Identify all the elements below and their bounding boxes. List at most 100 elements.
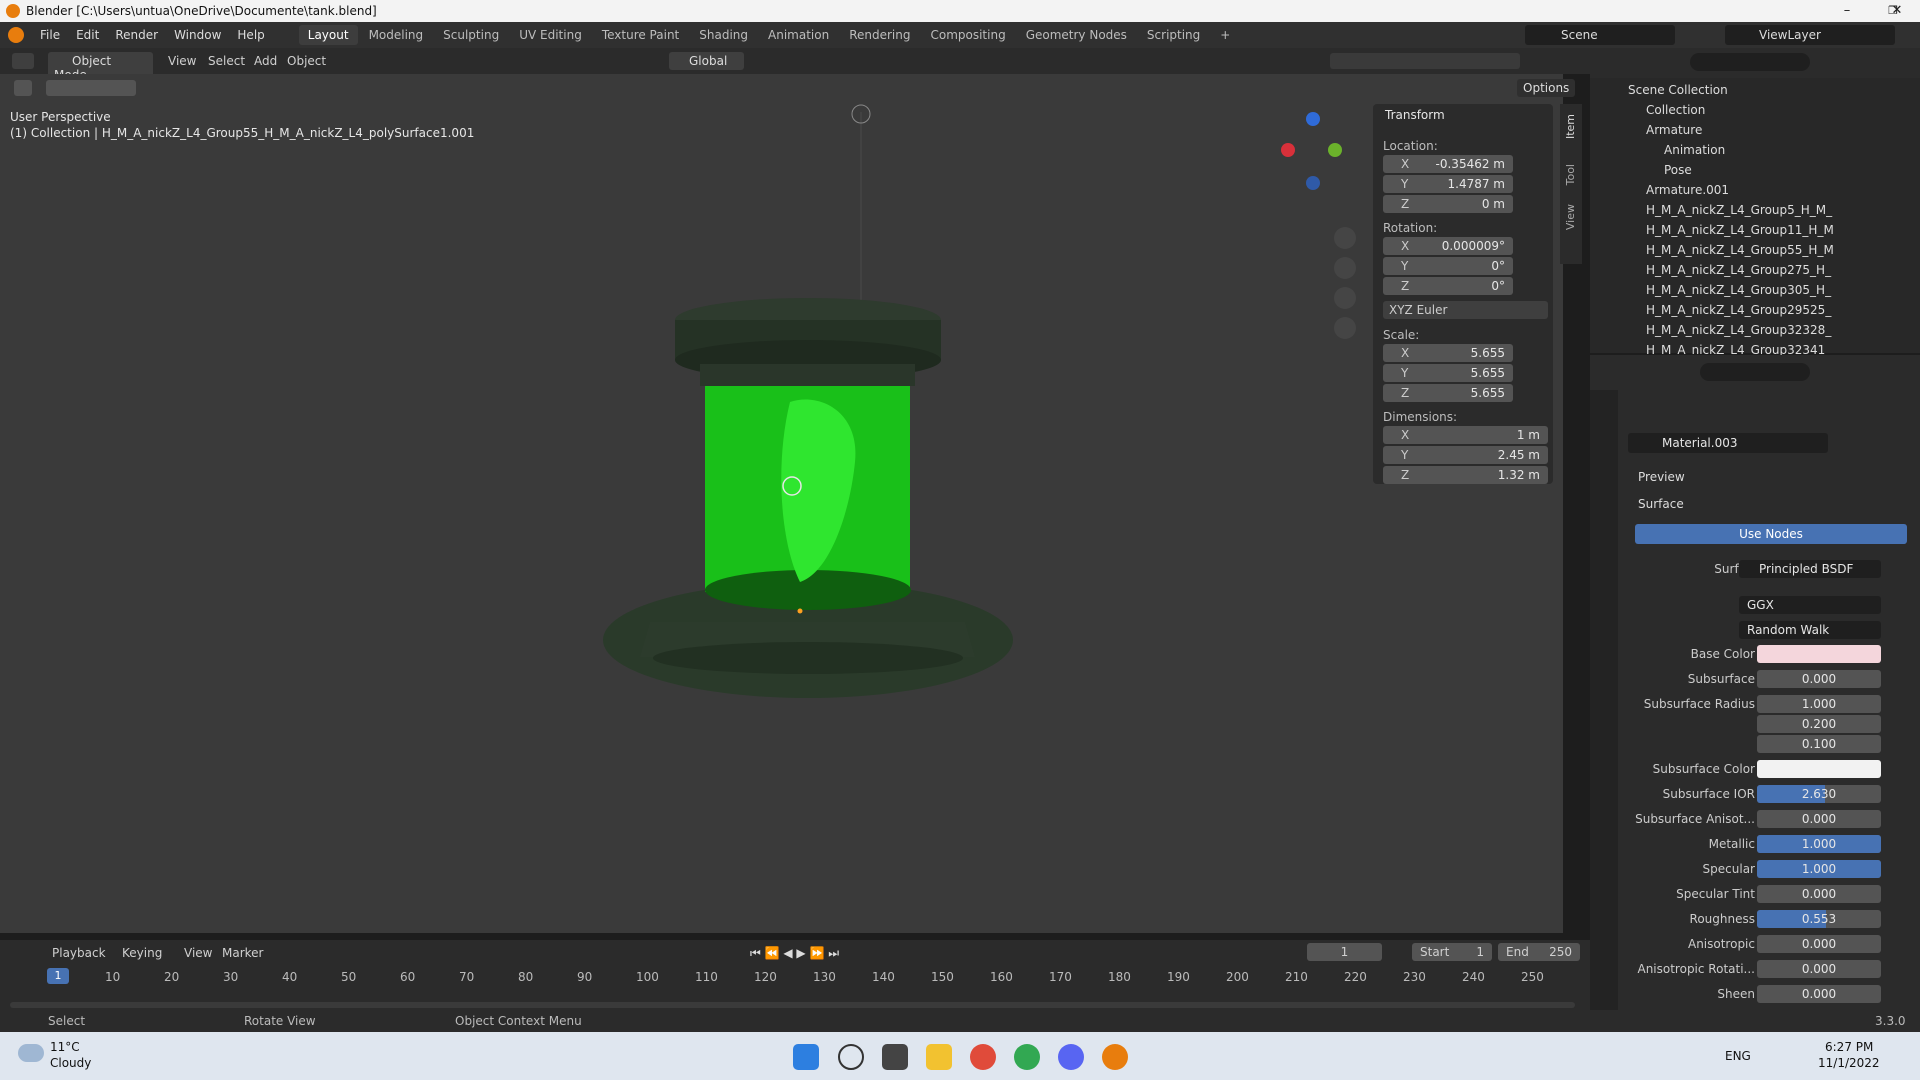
current-frame-field[interactable]: 1 <box>1307 943 1382 961</box>
menu-file[interactable]: File <box>32 28 68 42</box>
menu-keying[interactable]: Keying <box>122 946 162 960</box>
outliner-item[interactable]: Armature <box>1590 120 1920 140</box>
chrome-profile-icon[interactable] <box>1014 1044 1040 1070</box>
tab-uv-editing[interactable]: UV Editing <box>510 25 591 45</box>
properties-search-input[interactable] <box>1700 363 1810 381</box>
dimensions-y-field[interactable]: Y 2.45 m <box>1383 446 1548 464</box>
options-dropdown[interactable]: Options <box>1517 79 1576 97</box>
tab-animation[interactable]: Animation <box>759 25 838 45</box>
outliner-scene-collection[interactable]: Scene Collection <box>1590 80 1920 100</box>
windows-start-icon[interactable] <box>793 1044 819 1070</box>
location-z-field[interactable]: Z0 m <box>1383 195 1513 213</box>
tab-layout[interactable]: Layout <box>298 25 358 45</box>
minimize-icon[interactable]: – <box>1824 0 1870 22</box>
outliner-item[interactable]: Pose <box>1590 160 1920 180</box>
end-frame-field[interactable]: End 250 <box>1498 943 1580 961</box>
menu-help[interactable]: Help <box>229 28 272 42</box>
ortho-grid-icon[interactable] <box>1334 317 1356 339</box>
3d-viewport[interactable]: User Perspective (1) Collection | H_M_A_… <box>0 102 1563 933</box>
file-explorer-icon[interactable] <box>926 1044 952 1070</box>
preview-section[interactable]: Preview <box>1638 470 1685 484</box>
menu-edit[interactable]: Edit <box>68 28 107 42</box>
outliner-item[interactable]: H_M_A_nickZ_L4_Group5_H_M_ <box>1590 200 1920 220</box>
editor-type-icon[interactable] <box>12 53 34 69</box>
tab-texture-paint[interactable]: Texture Paint <box>593 25 688 45</box>
outliner-item[interactable]: Animation <box>1590 140 1920 160</box>
outliner-item[interactable]: H_M_A_nickZ_L4_Group305_H_ <box>1590 280 1920 300</box>
tab-rendering[interactable]: Rendering <box>840 25 919 45</box>
property-value-field[interactable]: 1.000 <box>1757 835 1881 853</box>
selection-mode-buttons[interactable] <box>46 80 136 96</box>
property-value-field[interactable]: 0.000 <box>1757 935 1881 953</box>
clock-date[interactable]: 11/1/2022 <box>1818 1056 1880 1070</box>
property-value-field[interactable]: 0.200 <box>1757 715 1881 733</box>
dimensions-z-field[interactable]: Z 1.32 m <box>1383 466 1548 484</box>
menu-select[interactable]: Select <box>208 54 245 68</box>
surface-shader-dropdown[interactable]: Principled BSDF <box>1739 560 1881 578</box>
zoom-icon[interactable] <box>1334 227 1356 249</box>
property-value-field[interactable] <box>1757 645 1881 663</box>
property-value-field[interactable]: 0.000 <box>1757 960 1881 978</box>
material-selector[interactable]: Material.003 <box>1628 433 1828 453</box>
outliner-collection[interactable]: Collection <box>1590 100 1920 120</box>
scale-x-field[interactable]: X 5.655 <box>1383 344 1513 362</box>
distribution-dropdown[interactable]: GGX <box>1739 596 1881 614</box>
rotation-z-field[interactable]: Z 0° <box>1383 277 1513 295</box>
location-x-field[interactable]: X -0.35462 m <box>1383 155 1513 173</box>
property-value-field[interactable] <box>1757 760 1881 778</box>
language-indicator[interactable]: ENG <box>1725 1049 1751 1063</box>
outliner-item[interactable]: H_M_A_nickZ_L4_Group11_H_M <box>1590 220 1920 240</box>
select-tool-icon[interactable] <box>14 80 32 96</box>
tab-item[interactable]: Item <box>1564 114 1577 139</box>
timeline-scrollbar[interactable] <box>10 1002 1575 1008</box>
add-workspace-button[interactable]: + <box>1211 25 1239 45</box>
outliner-item[interactable]: H_M_A_nickZ_L4_Group55_H_M <box>1590 240 1920 260</box>
clock-time[interactable]: 6:27 PM <box>1825 1040 1873 1054</box>
task-view-icon[interactable] <box>882 1044 908 1070</box>
start-frame-field[interactable]: Start 1 <box>1412 943 1492 961</box>
playhead[interactable]: 1 <box>47 968 69 984</box>
menu-view[interactable]: View <box>168 54 196 68</box>
view-layer-selector[interactable]: ViewLayer <box>1725 25 1895 45</box>
playback-controls[interactable]: ⏮ ⏪ ◀ ▶ ⏩ ⏭ <box>750 946 839 961</box>
outliner-item[interactable]: Armature.001 <box>1590 180 1920 200</box>
chrome-icon[interactable] <box>970 1044 996 1070</box>
rotation-mode-dropdown[interactable]: XYZ Euler <box>1383 301 1548 319</box>
property-value-field[interactable]: 2.630 <box>1757 785 1881 803</box>
subsurface-method-dropdown[interactable]: Random Walk <box>1739 621 1881 639</box>
dimensions-x-field[interactable]: X1 m <box>1383 426 1548 444</box>
tab-view[interactable]: View <box>1564 204 1577 230</box>
location-y-field[interactable]: Y 1.4787 m <box>1383 175 1513 193</box>
tab-geometry-nodes[interactable]: Geometry Nodes <box>1017 25 1136 45</box>
tab-compositing[interactable]: Compositing <box>921 25 1014 45</box>
property-value-field[interactable]: 1.000 <box>1757 695 1881 713</box>
close-icon[interactable]: ✕ <box>1874 0 1920 22</box>
tab-sculpting[interactable]: Sculpting <box>434 25 508 45</box>
scale-z-field[interactable]: Z 5.655 <box>1383 384 1513 402</box>
menu-object[interactable]: Object <box>287 54 326 68</box>
scale-y-field[interactable]: Y 5.655 <box>1383 364 1513 382</box>
viewport-shading-buttons[interactable] <box>1330 53 1520 69</box>
property-value-field[interactable]: 1.000 <box>1757 860 1881 878</box>
pan-hand-icon[interactable] <box>1334 257 1356 279</box>
menu-playback[interactable]: Playback <box>52 946 106 960</box>
scene-selector[interactable]: Scene <box>1525 25 1675 45</box>
blender-menu-icon[interactable] <box>8 27 24 43</box>
property-value-field[interactable]: 0.553 <box>1757 910 1881 928</box>
menu-window[interactable]: Window <box>166 28 229 42</box>
tab-tool[interactable]: Tool <box>1564 164 1577 185</box>
menu-add[interactable]: Add <box>254 54 277 68</box>
use-nodes-button[interactable]: Use Nodes <box>1635 524 1907 544</box>
tab-modeling[interactable]: Modeling <box>360 25 433 45</box>
rotation-y-field[interactable]: Y 0° <box>1383 257 1513 275</box>
rotation-x-field[interactable]: X 0.000009° <box>1383 237 1513 255</box>
menu-render[interactable]: Render <box>107 28 166 42</box>
menu-marker[interactable]: Marker <box>222 946 263 960</box>
outliner-search-input[interactable] <box>1690 53 1810 71</box>
transform-orientation-dropdown[interactable]: Global <box>669 52 744 70</box>
tab-shading[interactable]: Shading <box>690 25 757 45</box>
weather-icon[interactable] <box>18 1044 44 1062</box>
tab-scripting[interactable]: Scripting <box>1138 25 1209 45</box>
discord-icon[interactable] <box>1058 1044 1084 1070</box>
outliner-item[interactable]: H_M_A_nickZ_L4_Group275_H_ <box>1590 260 1920 280</box>
